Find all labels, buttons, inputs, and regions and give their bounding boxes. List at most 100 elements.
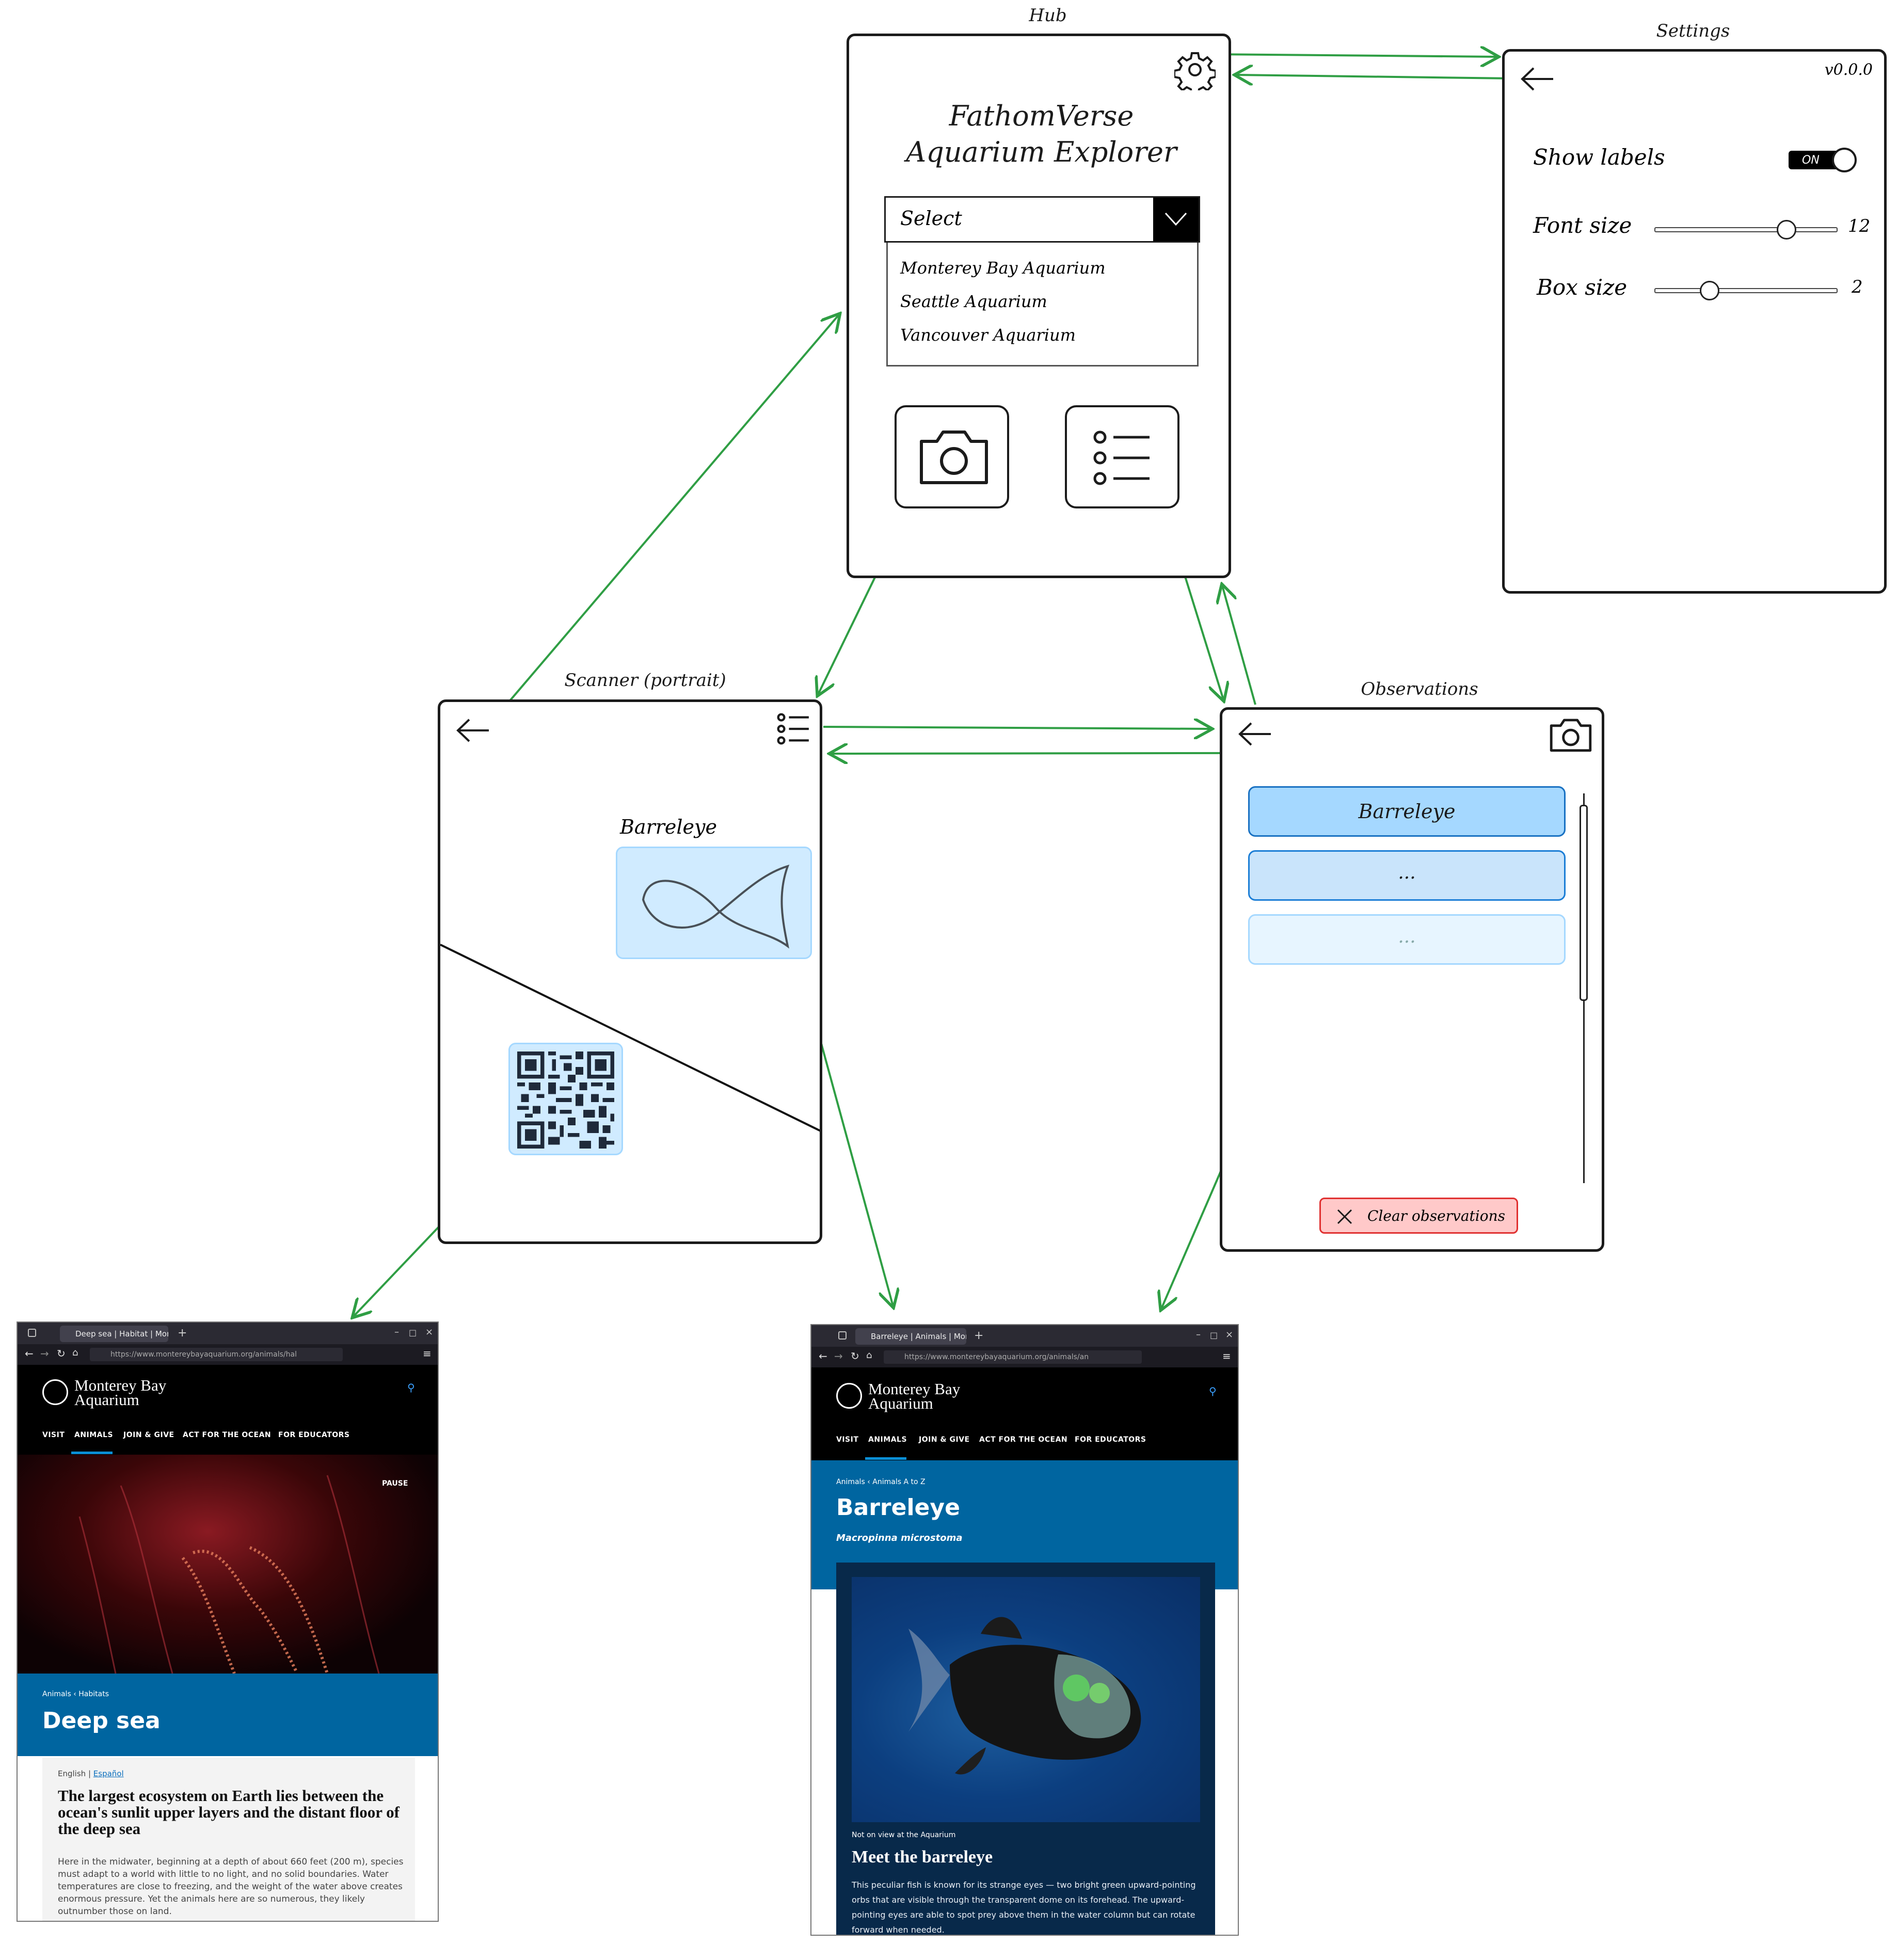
fish-sketch-icon bbox=[642, 864, 790, 949]
nav-visit[interactable]: VISIT bbox=[42, 1431, 65, 1439]
back-arrow-icon[interactable] bbox=[1519, 66, 1555, 92]
clear-observations-label: Clear observations bbox=[1367, 1207, 1506, 1224]
app-title-line2: Aquarium Explorer bbox=[906, 136, 1177, 168]
home-icon[interactable]: ⌂ bbox=[72, 1347, 78, 1358]
tab-overview-icon[interactable] bbox=[28, 1329, 36, 1337]
camera-icon[interactable] bbox=[1548, 717, 1594, 754]
new-tab-icon[interactable]: + bbox=[974, 1329, 983, 1342]
minimize-icon[interactable]: – bbox=[394, 1327, 399, 1337]
aquarium-select[interactable]: Select bbox=[884, 196, 1200, 243]
browser-toolbar: ← → ↻ ⌂ https://www.montereybayaquarium.… bbox=[811, 1347, 1238, 1367]
observation-item[interactable]: ... bbox=[1248, 914, 1566, 965]
font-size-slider-knob[interactable] bbox=[1777, 220, 1796, 240]
forward-nav-icon[interactable]: → bbox=[40, 1347, 49, 1360]
browser-tab-strip: Barreleye | Animals | Mon + – □ × bbox=[811, 1325, 1238, 1347]
search-icon[interactable]: ⚲ bbox=[1209, 1385, 1217, 1397]
detection-box[interactable] bbox=[616, 847, 812, 959]
reload-icon[interactable]: ↻ bbox=[851, 1350, 859, 1362]
menu-icon[interactable]: ≡ bbox=[423, 1347, 432, 1360]
font-size-value: 12 bbox=[1848, 216, 1871, 236]
site-logo-text[interactable]: Monterey Bay Aquarium bbox=[868, 1381, 960, 1411]
show-labels-toggle[interactable]: ON bbox=[1789, 148, 1858, 172]
camera-view-divider bbox=[440, 944, 820, 1132]
tab-title: Barreleye | Animals | Mon bbox=[871, 1332, 966, 1341]
app-title-line1: FathomVerse bbox=[949, 100, 1134, 132]
font-size-slider[interactable] bbox=[1654, 220, 1838, 241]
breadcrumb-habitats[interactable]: Habitats bbox=[78, 1690, 109, 1698]
maximize-icon[interactable]: □ bbox=[1210, 1330, 1218, 1340]
forward-nav-icon[interactable]: → bbox=[834, 1350, 843, 1362]
breadcrumb: Animals ‹ Habitats bbox=[42, 1690, 109, 1698]
hub-screen: FathomVerse Aquarium Explorer Select Mon… bbox=[847, 34, 1231, 578]
menu-icon[interactable]: ≡ bbox=[1222, 1350, 1231, 1362]
minimize-icon[interactable]: – bbox=[1196, 1329, 1201, 1340]
app-title: FathomVerse Aquarium Explorer bbox=[849, 98, 1234, 170]
nav-act-for-ocean[interactable]: ACT FOR THE OCEAN bbox=[183, 1431, 271, 1439]
option-monterey[interactable]: Monterey Bay Aquarium bbox=[900, 258, 1106, 278]
option-vancouver[interactable]: Vancouver Aquarium bbox=[900, 325, 1076, 345]
new-tab-icon[interactable]: + bbox=[178, 1327, 187, 1340]
breadcrumb-animals[interactable]: Animals bbox=[42, 1690, 71, 1698]
url-bar[interactable]: https://www.montereybayaquarium.org/anim… bbox=[884, 1350, 1142, 1364]
select-toggle-button[interactable] bbox=[1153, 198, 1199, 241]
observations-scrollbar[interactable] bbox=[1580, 793, 1589, 1183]
nav-join-give[interactable]: JOIN & GIVE bbox=[919, 1436, 970, 1444]
nav-animals[interactable]: ANIMALS bbox=[868, 1436, 907, 1444]
lang-spanish[interactable]: Español bbox=[93, 1769, 124, 1778]
nav-join-give[interactable]: JOIN & GIVE bbox=[123, 1431, 174, 1439]
breadcrumb-separator-icon: ‹ bbox=[867, 1478, 873, 1486]
option-seattle[interactable]: Seattle Aquarium bbox=[900, 292, 1047, 311]
browser-tab[interactable]: Barreleye | Animals | Mon bbox=[855, 1328, 966, 1345]
tab-overview-icon[interactable] bbox=[838, 1331, 847, 1340]
arrow-settings-to-hub bbox=[1236, 75, 1513, 78]
nav-for-educators[interactable]: FOR EDUCATORS bbox=[1075, 1436, 1146, 1444]
mba-logo-icon[interactable] bbox=[836, 1383, 862, 1409]
arrow-scanner-to-observations bbox=[823, 727, 1210, 729]
url-text: https://www.montereybayaquarium.org/anim… bbox=[110, 1350, 297, 1359]
aquarium-dropdown-list: Monterey Bay Aquarium Seattle Aquarium V… bbox=[886, 243, 1199, 366]
home-icon[interactable]: ⌂ bbox=[866, 1350, 872, 1361]
nav-animals[interactable]: ANIMALS bbox=[74, 1431, 113, 1439]
url-text: https://www.montereybayaquarium.org/anim… bbox=[904, 1353, 1089, 1361]
qr-code-box[interactable] bbox=[508, 1043, 623, 1155]
close-window-icon[interactable]: × bbox=[1225, 1329, 1233, 1340]
observation-item-selected[interactable]: Barreleye bbox=[1248, 786, 1566, 837]
lang-english[interactable]: English bbox=[58, 1769, 86, 1778]
camera-icon bbox=[920, 431, 988, 484]
browser-barreleye: Barreleye | Animals | Mon + – □ × ← → ↻ … bbox=[810, 1324, 1239, 1936]
breadcrumb-animals[interactable]: Animals bbox=[836, 1478, 865, 1486]
camera-button[interactable] bbox=[895, 405, 1009, 508]
search-icon[interactable]: ⚲ bbox=[407, 1381, 415, 1394]
hero-image-jellyfish: PAUSE bbox=[18, 1455, 438, 1674]
nav-active-indicator bbox=[71, 1452, 113, 1454]
clear-observations-button[interactable]: Clear observations bbox=[1319, 1198, 1518, 1234]
observations-button[interactable] bbox=[1065, 405, 1179, 508]
toggle-knob bbox=[1832, 148, 1857, 172]
back-nav-icon[interactable]: ← bbox=[819, 1350, 827, 1362]
nav-visit[interactable]: VISIT bbox=[836, 1436, 858, 1444]
meet-title: Meet the barreleye bbox=[852, 1847, 993, 1867]
gear-icon[interactable] bbox=[1174, 49, 1216, 90]
scientific-name: Macropinna microstoma bbox=[836, 1533, 963, 1543]
back-nav-icon[interactable]: ← bbox=[25, 1347, 34, 1360]
nav-for-educators[interactable]: FOR EDUCATORS bbox=[278, 1431, 350, 1439]
list-icon bbox=[1093, 431, 1150, 485]
browser-toolbar: ← → ↻ ⌂ https://www.montereybayaquarium.… bbox=[18, 1344, 438, 1365]
pause-button[interactable]: PAUSE bbox=[382, 1479, 408, 1488]
browser-tab[interactable]: Deep sea | Habitat | Mon bbox=[60, 1326, 168, 1342]
scrollbar-thumb[interactable] bbox=[1580, 805, 1588, 1001]
maximize-icon[interactable]: □ bbox=[409, 1328, 417, 1337]
reload-icon[interactable]: ↻ bbox=[57, 1347, 66, 1360]
back-arrow-icon[interactable] bbox=[1237, 721, 1273, 747]
nav-act-for-ocean[interactable]: ACT FOR THE OCEAN bbox=[979, 1436, 1067, 1444]
breadcrumb-a-to-z[interactable]: Animals A to Z bbox=[872, 1478, 925, 1486]
observation-item[interactable]: ... bbox=[1248, 850, 1566, 901]
box-size-slider[interactable] bbox=[1654, 281, 1838, 301]
mba-logo-icon[interactable] bbox=[42, 1379, 68, 1405]
detection-label: Barreleye bbox=[620, 816, 717, 838]
url-bar[interactable]: https://www.montereybayaquarium.org/anim… bbox=[90, 1348, 343, 1361]
close-window-icon[interactable]: × bbox=[425, 1327, 433, 1337]
box-size-slider-knob[interactable] bbox=[1700, 281, 1719, 300]
page-heading: Deep sea bbox=[42, 1708, 161, 1734]
site-logo-text[interactable]: Monterey Bay Aquarium bbox=[74, 1377, 166, 1408]
